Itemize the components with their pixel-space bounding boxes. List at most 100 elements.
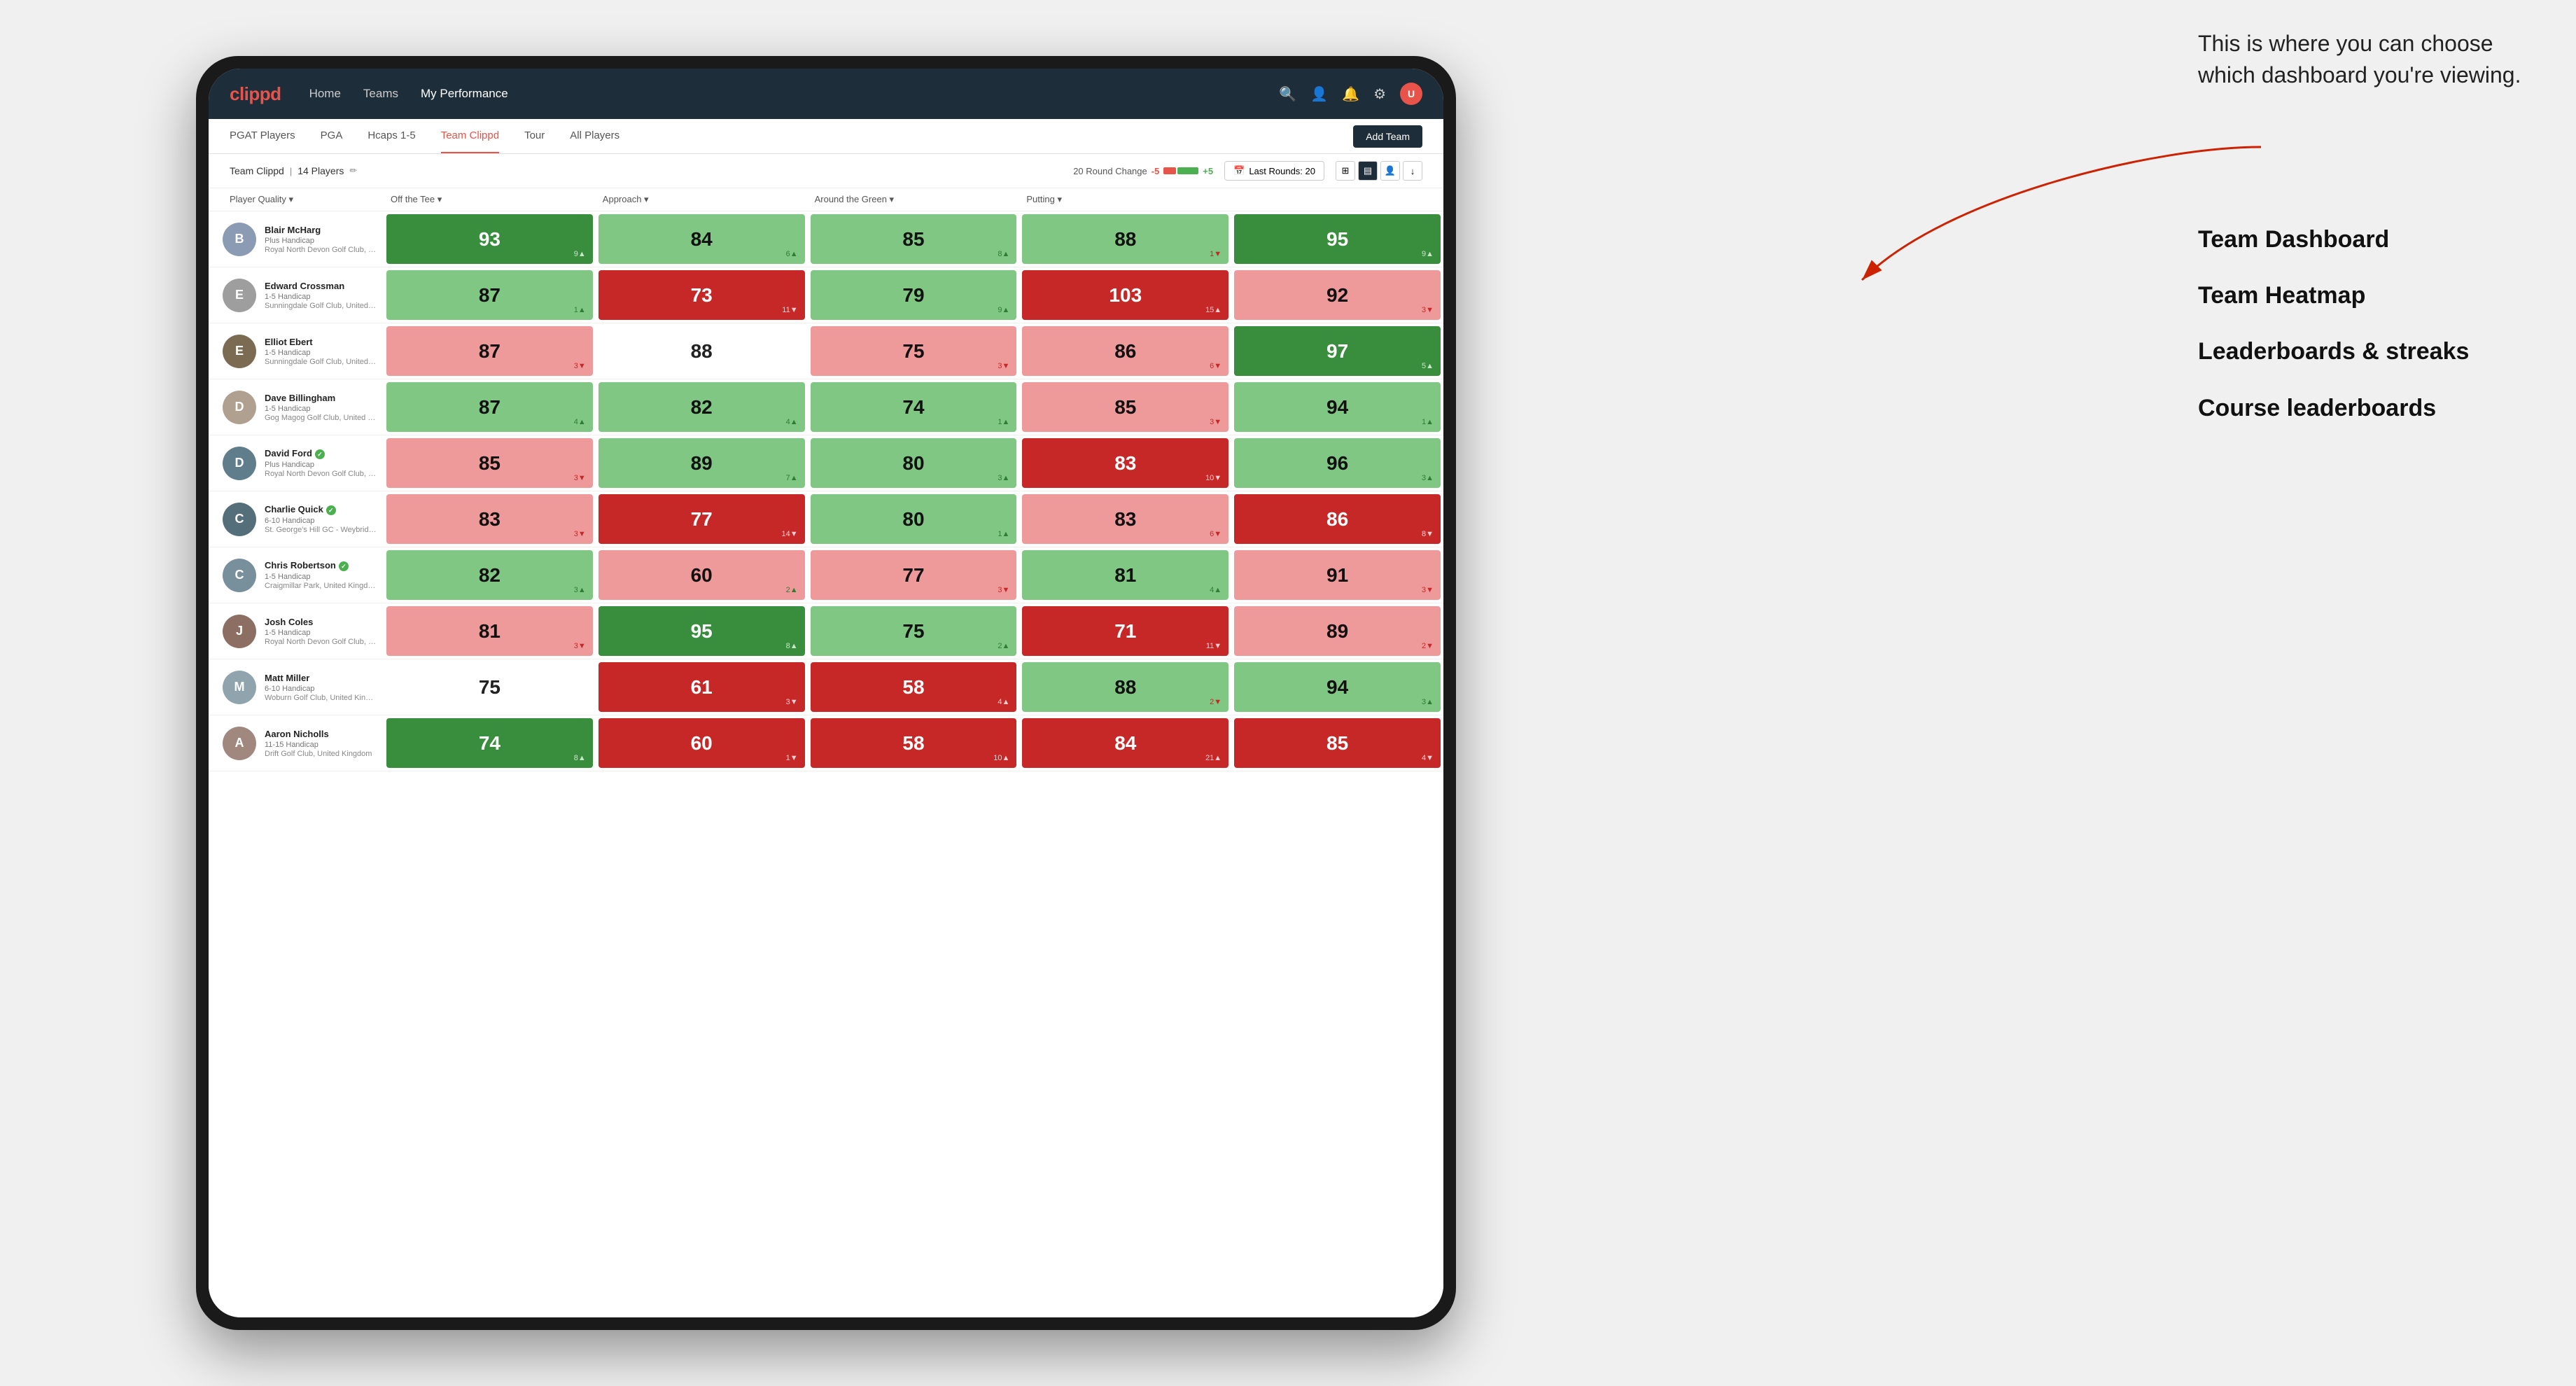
score-cell: 602▲ [598, 550, 805, 600]
score-cell: 868▼ [1234, 494, 1441, 544]
table-row[interactable]: AAaron Nicholls11-15 HandicapDrift Golf … [209, 715, 1443, 771]
score-change: 4▲ [786, 418, 798, 426]
score-cell: 10315▲ [1022, 270, 1228, 320]
table-row[interactable]: BBlair McHargPlus HandicapRoyal North De… [209, 211, 1443, 267]
score-change: 8▲ [786, 642, 798, 650]
option-team-heatmap[interactable]: Team Heatmap [2198, 280, 2534, 311]
score-value: 95 [691, 620, 713, 643]
score-value: 75 [902, 620, 924, 643]
nav-logo: clippd [230, 83, 281, 105]
col-off-tee[interactable]: Off the Tee ▾ [384, 194, 596, 205]
ipad-frame: clippd Home Teams My Performance 🔍 👤 🔔 ⚙… [196, 56, 1456, 1330]
score-cell: 584▲ [811, 662, 1017, 712]
table-row[interactable]: DDave Billingham1-5 HandicapGog Magog Go… [209, 379, 1443, 435]
score-value: 80 [902, 452, 924, 475]
score-value: 74 [902, 396, 924, 419]
score-value: 87 [479, 340, 500, 363]
score-change: 6▲ [786, 250, 798, 258]
table-row[interactable]: EElliot Ebert1-5 HandicapSunningdale Gol… [209, 323, 1443, 379]
bell-icon[interactable]: 🔔 [1342, 85, 1359, 103]
grid-view-button[interactable]: ⊞ [1336, 161, 1355, 181]
person-view-button[interactable]: 👤 [1380, 161, 1400, 181]
score-cell: 799▲ [811, 270, 1017, 320]
option-course-leaderboards[interactable]: Course leaderboards [2198, 393, 2534, 424]
score-cell: 853▼ [386, 438, 593, 488]
col-approach[interactable]: Approach ▾ [596, 194, 808, 205]
settings-icon[interactable]: ⚙ [1373, 85, 1386, 103]
score-cell: 871▲ [386, 270, 593, 320]
nav-link-myperformance[interactable]: My Performance [421, 87, 508, 101]
player-info: Matt Miller6-10 HandicapWoburn Golf Club… [265, 673, 377, 702]
player-cell[interactable]: EEdward Crossman1-5 HandicapSunningdale … [209, 267, 384, 323]
col-around-green[interactable]: Around the Green ▾ [808, 194, 1020, 205]
add-team-button[interactable]: Add Team [1353, 125, 1422, 148]
player-cell[interactable]: DDavid Ford✓Plus HandicapRoyal North Dev… [209, 435, 384, 491]
score-cell: 601▼ [598, 718, 805, 768]
player-cell[interactable]: EElliot Ebert1-5 HandicapSunningdale Gol… [209, 323, 384, 379]
table-row[interactable]: EEdward Crossman1-5 HandicapSunningdale … [209, 267, 1443, 323]
option-team-dashboard[interactable]: Team Dashboard [2198, 224, 2534, 255]
score-value: 86 [1326, 508, 1348, 531]
nav-link-home[interactable]: Home [309, 87, 341, 101]
score-value: 74 [479, 732, 500, 755]
player-cell[interactable]: CCharlie Quick✓6-10 HandicapSt. George's… [209, 491, 384, 547]
player-cell[interactable]: AAaron Nicholls11-15 HandicapDrift Golf … [209, 715, 384, 771]
player-avatar: C [223, 559, 256, 592]
search-icon[interactable]: 🔍 [1279, 85, 1296, 103]
person-icon[interactable]: 👤 [1310, 85, 1328, 103]
last-rounds-button[interactable]: 📅 Last Rounds: 20 [1224, 161, 1324, 181]
table-row[interactable]: CChris Robertson✓1-5 HandicapCraigmillar… [209, 547, 1443, 603]
player-info: Aaron Nicholls11-15 HandicapDrift Golf C… [265, 729, 377, 758]
sub-nav-pgat[interactable]: PGAT Players [230, 119, 295, 153]
edit-icon[interactable]: ✏ [349, 165, 357, 176]
sub-nav-pga[interactable]: PGA [321, 119, 343, 153]
score-cell: 858▲ [811, 214, 1017, 264]
sub-nav-all-players[interactable]: All Players [570, 119, 620, 153]
score-change: 3▲ [1422, 474, 1434, 482]
user-avatar[interactable]: U [1400, 83, 1422, 105]
option-leaderboards-streaks[interactable]: Leaderboards & streaks [2198, 336, 2534, 367]
nav-link-teams[interactable]: Teams [363, 87, 398, 101]
score-change: 1▲ [997, 530, 1009, 538]
table-row[interactable]: DDavid Ford✓Plus HandicapRoyal North Dev… [209, 435, 1443, 491]
score-cell: 853▼ [1022, 382, 1228, 432]
sub-nav-hcaps[interactable]: Hcaps 1-5 [368, 119, 415, 153]
score-change: 6▼ [1210, 362, 1222, 370]
player-club: Gog Magog Golf Club, United Kingdom [265, 414, 377, 422]
player-handicap: Plus Handicap [265, 237, 377, 245]
table-row[interactable]: JJosh Coles1-5 HandicapRoyal North Devon… [209, 603, 1443, 659]
player-cell[interactable]: CChris Robertson✓1-5 HandicapCraigmillar… [209, 547, 384, 603]
minus-label: -5 [1152, 166, 1160, 176]
score-value: 85 [1114, 396, 1136, 419]
sub-nav-tour[interactable]: Tour [524, 119, 545, 153]
player-avatar: C [223, 503, 256, 536]
score-change: 7▲ [786, 474, 798, 482]
player-club: St. George's Hill GC - Weybridge - Surre… [265, 526, 377, 534]
player-cell[interactable]: DDave Billingham1-5 HandicapGog Magog Go… [209, 379, 384, 435]
table-row[interactable]: MMatt Miller6-10 HandicapWoburn Golf Clu… [209, 659, 1443, 715]
player-cell[interactable]: BBlair McHargPlus HandicapRoyal North De… [209, 211, 384, 267]
score-value: 84 [691, 228, 713, 251]
list-view-button[interactable]: ▤ [1358, 161, 1378, 181]
score-cell: 836▼ [1022, 494, 1228, 544]
score-value: 96 [1326, 452, 1348, 475]
score-change: 9▲ [1422, 250, 1434, 258]
score-value: 71 [1114, 620, 1136, 643]
score-cell: 943▲ [1234, 662, 1441, 712]
col-putting[interactable]: Putting ▾ [1019, 194, 1231, 205]
player-cell[interactable]: MMatt Miller6-10 HandicapWoburn Golf Clu… [209, 659, 384, 715]
table-row[interactable]: CCharlie Quick✓6-10 HandicapSt. George's… [209, 491, 1443, 547]
score-cell: 753▼ [811, 326, 1017, 376]
download-button[interactable]: ↓ [1403, 161, 1422, 181]
score-value: 97 [1326, 340, 1348, 363]
player-cell[interactable]: JJosh Coles1-5 HandicapRoyal North Devon… [209, 603, 384, 659]
score-value: 88 [691, 340, 713, 363]
player-name: David Ford✓ [265, 448, 377, 459]
player-club: Woburn Golf Club, United Kingdom [265, 694, 377, 702]
score-value: 58 [902, 732, 924, 755]
col-player-quality[interactable]: Player Quality ▾ [209, 194, 384, 205]
score-value: 61 [691, 676, 713, 699]
score-change: 4▲ [1210, 586, 1222, 594]
sub-nav-team-clippd[interactable]: Team Clippd [441, 119, 499, 153]
score-change: 10▼ [1205, 474, 1222, 482]
